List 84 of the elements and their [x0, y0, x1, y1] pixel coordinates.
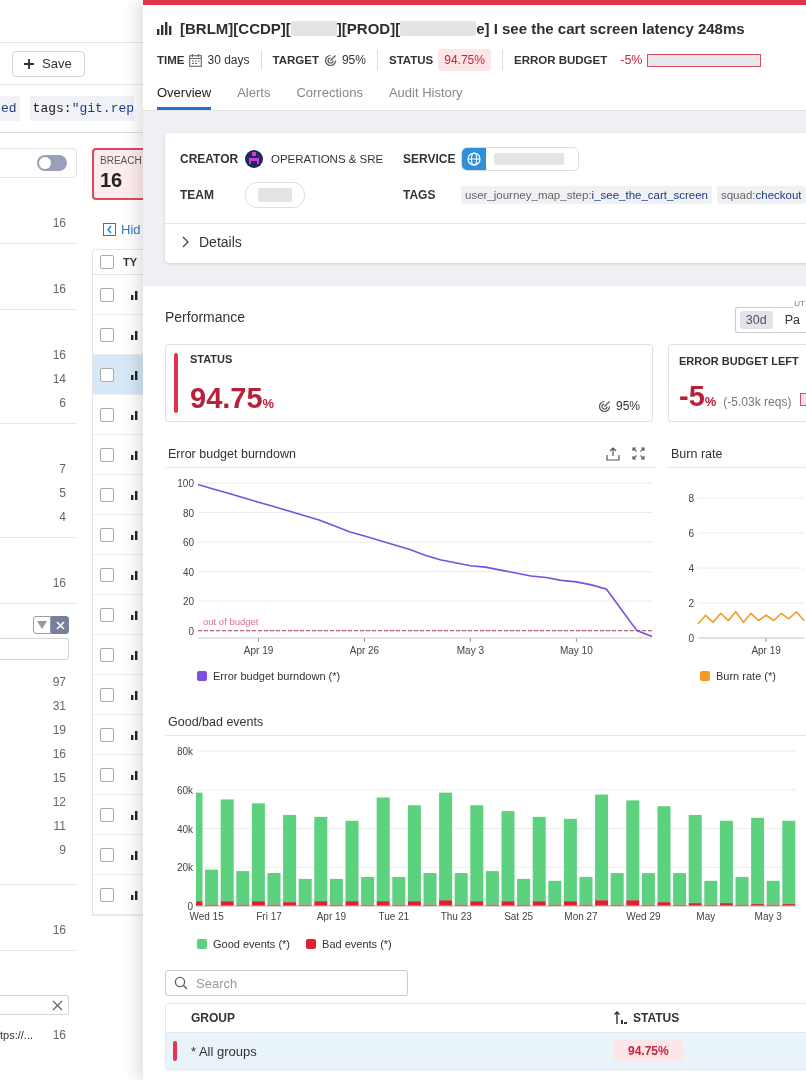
meta-value: 30 days — [207, 53, 250, 67]
facet-count: 16 — [51, 215, 66, 232]
facet-count: 16 — [51, 575, 66, 592]
axis-label: 0 — [187, 901, 193, 912]
meta-label: TARGET — [272, 54, 319, 66]
axis-label: Apr 19 — [316, 911, 347, 922]
facet-count: 4 — [58, 509, 66, 526]
chart-title: Burn rate — [671, 446, 723, 461]
facet-count: 9 — [58, 842, 66, 859]
axis-label: 80k — [176, 746, 193, 757]
request-count: (-5.03k reqs) — [723, 395, 792, 409]
facet-count: 6 — [58, 395, 66, 412]
facet-count: 16 — [51, 922, 66, 939]
meta-label: STATUS — [388, 54, 434, 66]
error-budget-value: -5% — [620, 53, 643, 67]
slo-title: ][PROD][ — [336, 19, 401, 37]
axis-label: 2 — [688, 598, 694, 609]
axis-label: May 3 — [456, 645, 484, 656]
query-token: tags:"git.rep — [29, 96, 135, 121]
axis-label: Thu 23 — [440, 911, 472, 922]
field-label: CREATOR — [180, 152, 240, 166]
axis-label: Sat 25 — [504, 911, 534, 922]
facet-count: 31 — [51, 698, 66, 715]
axis-label: Wed 15 — [189, 911, 224, 922]
axis-label: 100 — [177, 478, 194, 489]
axis-label: 4 — [688, 563, 694, 574]
axis-label: Tue 21 — [378, 911, 410, 922]
axis-label: Fri 17 — [256, 911, 282, 922]
status-badge: 94.75% — [438, 49, 491, 71]
axis-label: 20 — [182, 596, 194, 608]
threshold-label: out of budget — [203, 615, 259, 627]
facet-count: 16 — [51, 281, 66, 298]
axis-label: Mon 27 — [564, 911, 598, 922]
field-label: TEAM — [180, 188, 215, 202]
axis-label: 40 — [182, 566, 194, 578]
slo-title: [BRLM][CCDP][ — [180, 19, 291, 37]
meta-label: TIME — [157, 54, 185, 66]
range-legend: UT — [793, 299, 806, 308]
section-title: Performance — [165, 309, 246, 325]
meta-value: 95% — [341, 53, 366, 67]
axis-label: 8 — [688, 493, 694, 504]
creator-name: OPERATIONS & SRE — [271, 153, 384, 165]
slo-title: e] I see the cart screen latency 248ms — [476, 19, 745, 37]
facet-count: 15 — [51, 770, 66, 787]
axis-label: Apr 19 — [751, 645, 781, 656]
error-budget-value: -5% — [679, 382, 717, 411]
axis-label: 60k — [176, 784, 193, 796]
axis-label: 0 — [688, 633, 694, 644]
axis-label: 20k — [176, 862, 193, 874]
axis-label: May 10 — [559, 645, 593, 656]
axis-label: 80 — [182, 507, 194, 519]
axis-label: May 3 — [754, 911, 782, 922]
facet-count: 16 — [51, 746, 66, 763]
breach-count: 16 — [100, 169, 124, 192]
facet-count: 5 — [58, 485, 66, 502]
field-label: TAGS — [403, 188, 437, 202]
facet-count: 7 — [58, 461, 66, 478]
facet-count: 97 — [51, 674, 66, 691]
meta-label: ERROR BUDGET — [513, 54, 608, 66]
facet-count: 19 — [51, 722, 66, 739]
field-label: SERVICE — [403, 152, 457, 166]
facet-count: 16 — [51, 347, 66, 364]
axis-label: 40k — [176, 823, 193, 835]
axis-label: May — [696, 911, 716, 922]
breach-label: BREACH — [100, 155, 143, 166]
status-value: 94.75% — [190, 384, 276, 413]
axis-label: 60 — [182, 537, 194, 549]
query-token: ed — [0, 96, 20, 121]
chart-title: Error budget burndown — [168, 446, 296, 461]
axis-label: 0 — [188, 625, 194, 637]
facet-count: 12 — [51, 794, 66, 811]
target-value: 95% — [615, 399, 640, 413]
card-label: STATUS — [190, 353, 234, 365]
facet-count: 14 — [51, 371, 66, 388]
facet-count: 11 — [52, 818, 66, 835]
axis-label: Apr 26 — [349, 645, 380, 656]
status-badge: 94.75% — [614, 1040, 683, 1062]
card-label: ERROR BUDGET LEFT — [679, 355, 800, 367]
axis-label: Wed 29 — [626, 911, 661, 922]
facet-count: 16 — [51, 1027, 66, 1044]
table-cell-text: * All groups — [190, 1043, 258, 1059]
axis-label: 6 — [688, 528, 694, 539]
axis-label: Apr 19 — [243, 645, 274, 656]
chart-title: Good/bad events — [168, 714, 264, 729]
